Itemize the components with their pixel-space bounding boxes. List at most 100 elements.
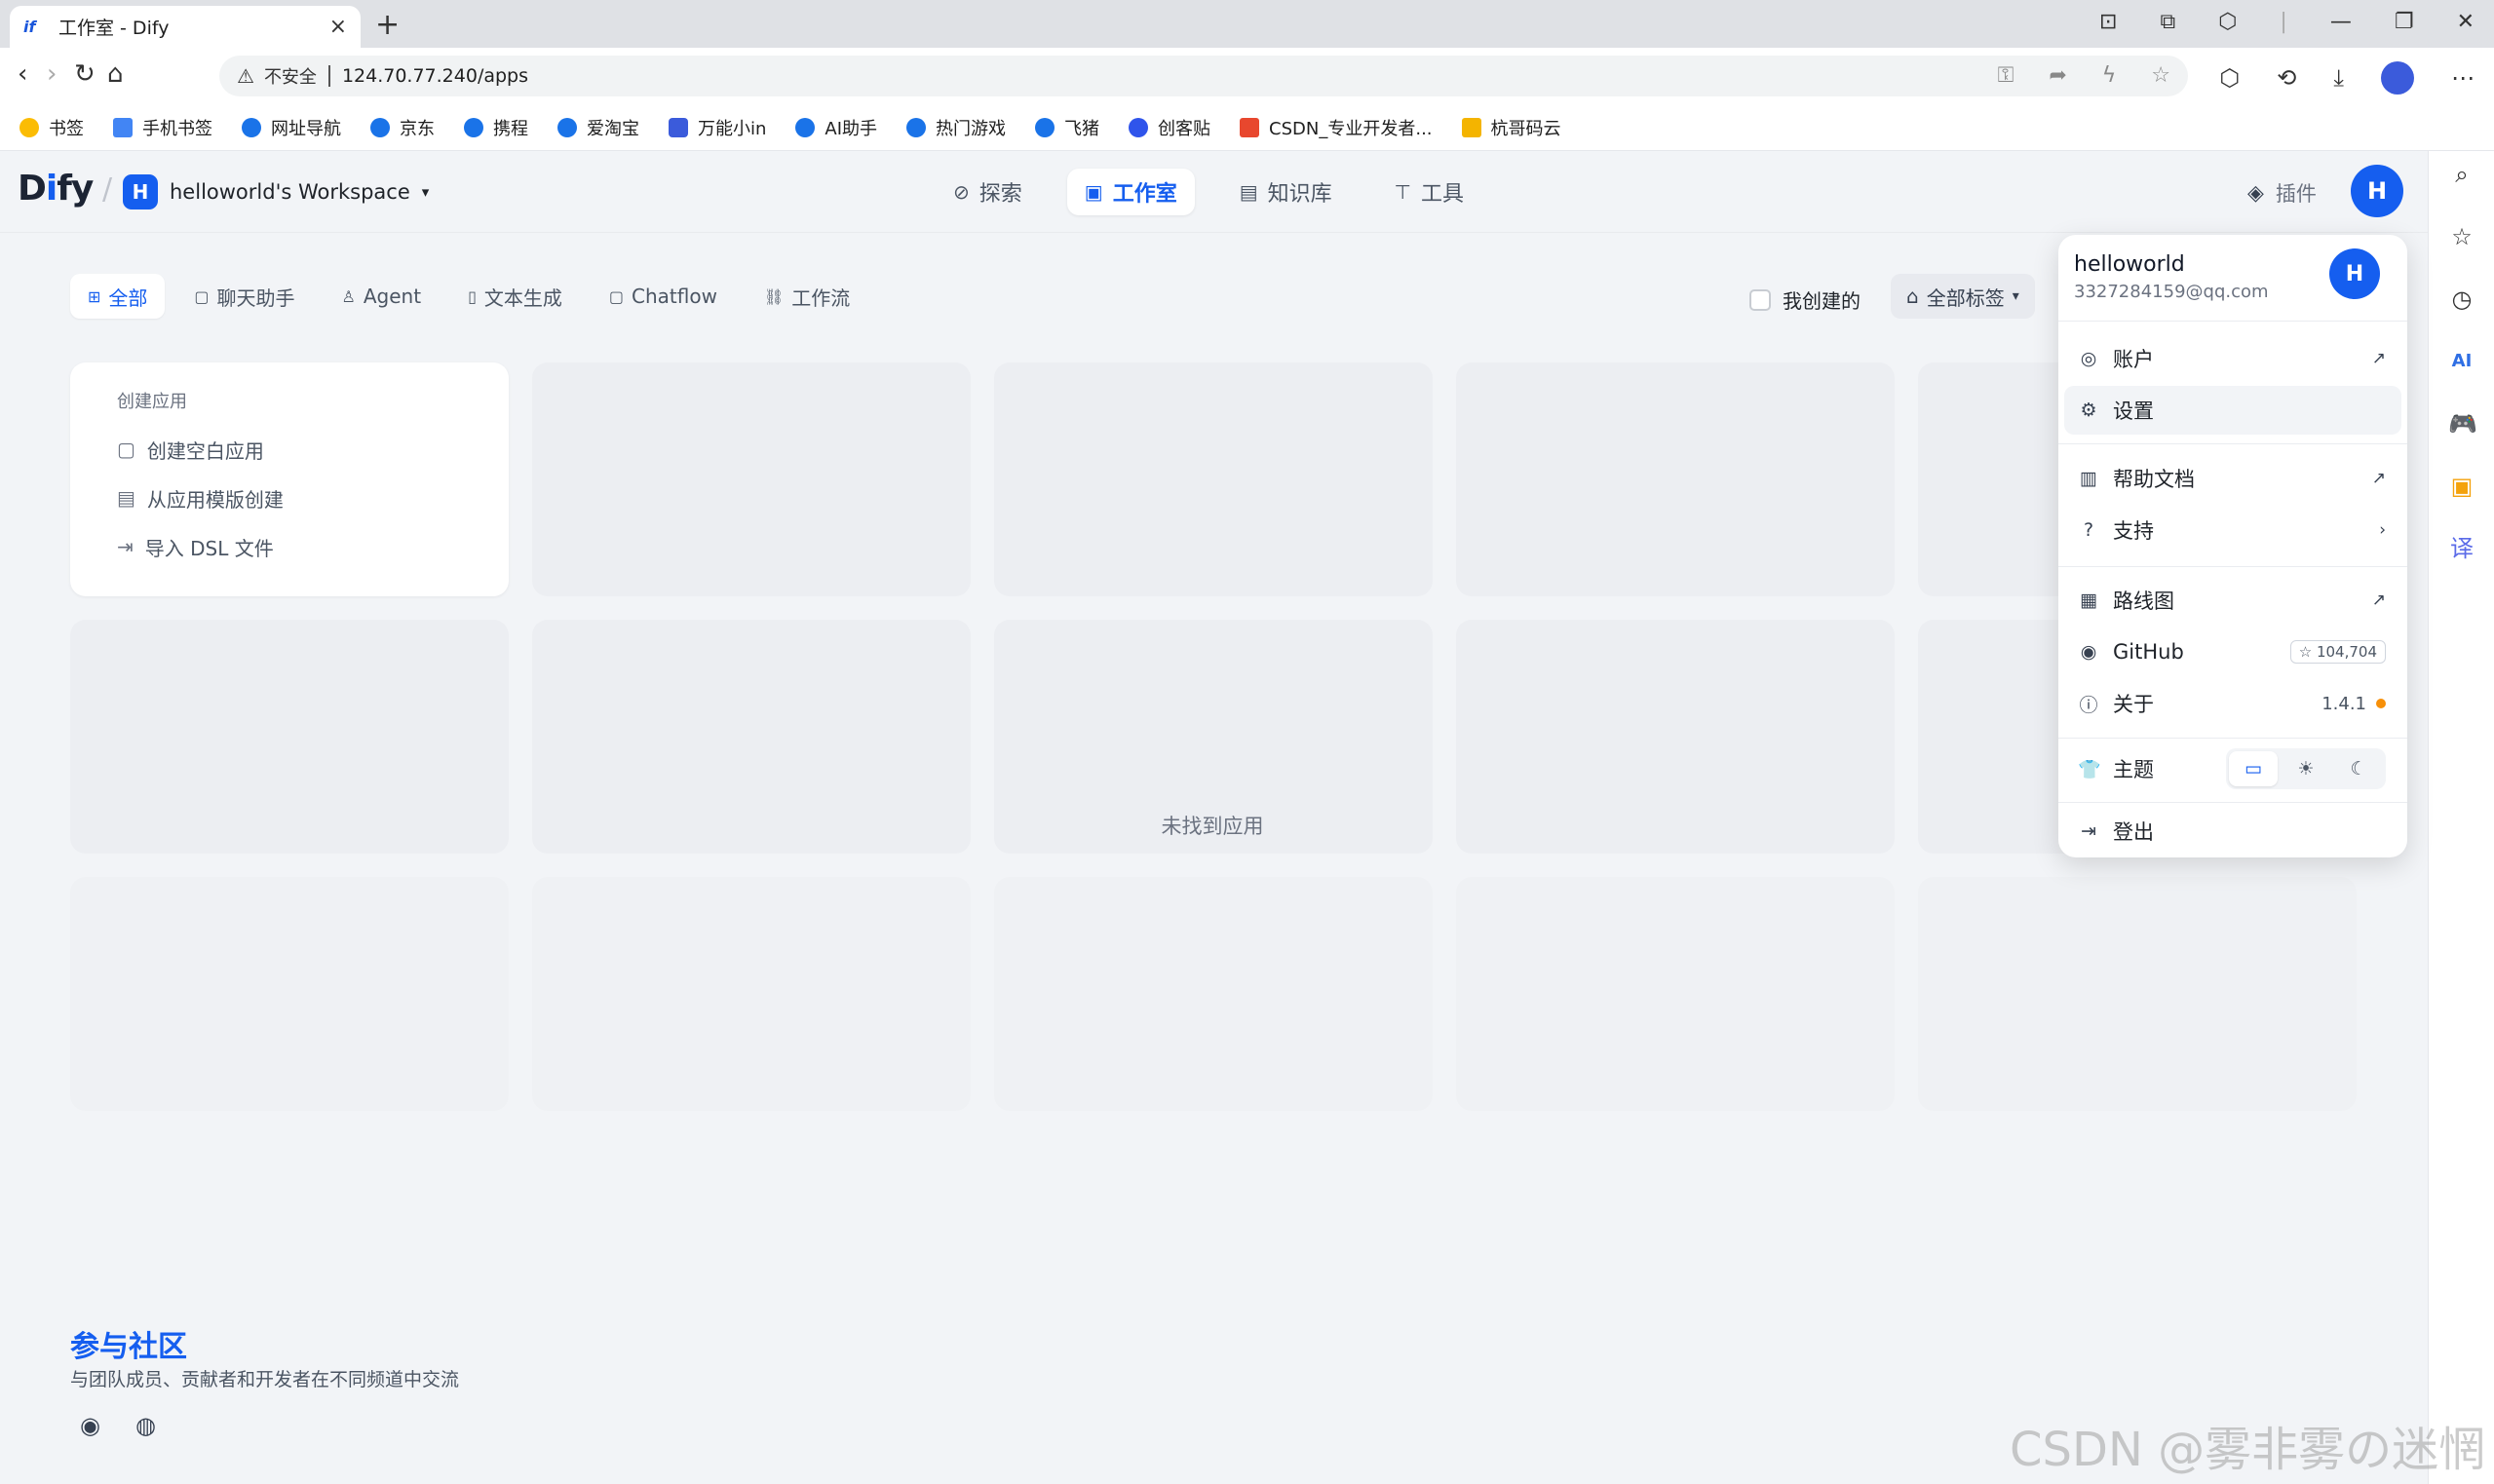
bookmark-item[interactable]: 携程 xyxy=(464,115,528,140)
history-back-icon[interactable]: ⟲ xyxy=(2277,64,2296,92)
forward-icon[interactable]: › xyxy=(47,59,57,89)
bookmark-item[interactable]: AI助手 xyxy=(795,115,877,140)
url-omnibox[interactable]: ⚠ 不安全 124.70.77.240/apps ⚿ ➦ ϟ ☆ xyxy=(219,56,2188,96)
plugins-button[interactable]: ◈ 插件 xyxy=(2247,178,2317,208)
bookmark-item[interactable]: 杭哥码云 xyxy=(1461,115,1561,140)
download-icon[interactable]: ⤓ xyxy=(2333,64,2344,92)
menu-item-theme: 👕 主题 ▭ ☀ ☾ xyxy=(2064,744,2401,793)
filter-chat[interactable]: ▢ 聊天助手 xyxy=(176,274,312,319)
key-icon[interactable]: ⚿ xyxy=(1998,63,2014,88)
warning-icon: ⚠ xyxy=(237,64,254,88)
dify-logo[interactable]: Dify xyxy=(18,169,94,209)
toolbox-icon[interactable]: ▣ xyxy=(2448,473,2475,500)
placeholder-card xyxy=(532,362,971,596)
community-subtitle: 与团队成员、贡献者和开发者在不同频道中交流 xyxy=(70,1369,460,1390)
menu-item-github[interactable]: ◉ GitHub ☆ 104,704 xyxy=(2064,628,2401,676)
minimize-icon[interactable]: — xyxy=(2330,10,2352,34)
restore-icon[interactable]: ❐ xyxy=(2395,10,2414,34)
nav-knowledge[interactable]: ▤ 知识库 xyxy=(1222,169,1350,215)
import-dsl-file[interactable]: ⇥ 导入 DSL 文件 xyxy=(117,522,462,571)
placeholder-card xyxy=(1918,877,2357,1111)
bookmark-item[interactable]: 万能小in xyxy=(669,115,766,140)
chat-icon: ▢ xyxy=(194,286,210,306)
monitor-icon[interactable]: ▭ xyxy=(2229,751,2278,786)
star-icon xyxy=(19,117,39,137)
site-icon xyxy=(795,117,816,137)
github-icon[interactable]: ◉ xyxy=(80,1412,100,1439)
more-menu-icon[interactable]: ⋯ xyxy=(2451,64,2475,92)
filter-all[interactable]: ⊞ 全部 xyxy=(70,274,166,319)
template-icon: ▤ xyxy=(117,486,135,510)
menu-item-about[interactable]: ⓘ 关于 1.4.1 xyxy=(2064,679,2401,728)
menu-item-settings[interactable]: ⚙ 设置 xyxy=(2064,386,2401,435)
bookmark-item[interactable]: 手机书签 xyxy=(113,115,212,140)
extensions-bar-icon[interactable]: ⬡ xyxy=(2218,10,2237,34)
user-avatar-button[interactable]: H xyxy=(2351,165,2403,217)
nav-tools[interactable]: ⊤ 工具 xyxy=(1377,169,1481,215)
tag-filter-dropdown[interactable]: ⌂ 全部标签 ▾ xyxy=(1891,274,2035,319)
game-icon[interactable]: 🎮 xyxy=(2448,410,2477,438)
map-icon: ▦ xyxy=(2080,590,2097,611)
url-text[interactable]: 124.70.77.240/apps xyxy=(342,65,528,87)
create-from-template[interactable]: ▤ 从应用模版创建 xyxy=(117,474,462,522)
filter-agent[interactable]: ♙ Agent xyxy=(325,274,440,319)
app-header: Dify / H helloworld's Workspace ▾ ⊘ 探索 ▣ 工… xyxy=(0,151,2428,233)
menu-item-logout[interactable]: ⇥ 登出 xyxy=(2064,807,2401,856)
user-circle-icon: ◎ xyxy=(2080,348,2097,369)
created-by-me-toggle[interactable]: 我创建的 xyxy=(1749,285,1861,314)
lightning-icon[interactable]: ϟ xyxy=(2102,63,2117,88)
bookmark-item[interactable]: 热门游戏 xyxy=(906,115,1006,140)
translate-icon[interactable]: 译 xyxy=(2448,535,2475,562)
bookmark-item[interactable]: CSDN_专业开发者... xyxy=(1240,115,1433,140)
menu-item-roadmap[interactable]: ▦ 路线图 ↗ xyxy=(2064,576,2401,625)
sun-icon[interactable]: ☀ xyxy=(2282,751,2330,786)
moon-icon[interactable]: ☾ xyxy=(2334,751,2383,786)
star-bookmark-icon[interactable]: ☆ xyxy=(2151,63,2170,88)
site-icon xyxy=(1129,117,1149,137)
file-plus-icon: ▢ xyxy=(117,438,135,461)
bookmark-item[interactable]: 爱淘宝 xyxy=(557,115,639,140)
bookmark-item[interactable]: 书签 xyxy=(19,115,84,140)
favorites-icon[interactable]: ☆ xyxy=(2448,223,2475,250)
menu-divider xyxy=(2058,738,2407,739)
bookmark-item[interactable]: 飞猪 xyxy=(1035,115,1099,140)
extensions-icon[interactable]: ⬡ xyxy=(2219,64,2240,92)
ai-icon[interactable]: AI xyxy=(2448,348,2475,375)
profile-avatar[interactable] xyxy=(2381,61,2414,95)
checkbox[interactable] xyxy=(1749,288,1771,311)
filter-text-generation[interactable]: ▯ 文本生成 xyxy=(450,274,580,319)
filter-chatflow[interactable]: ▢ Chatflow xyxy=(592,274,735,319)
security-status[interactable]: 不安全 xyxy=(264,63,317,89)
back-icon[interactable]: ‹ xyxy=(18,59,27,89)
separator: / xyxy=(102,172,113,207)
search-icon[interactable]: ⌕ xyxy=(2448,161,2475,188)
share-icon[interactable]: ➦ xyxy=(2049,63,2066,88)
create-blank-app[interactable]: ▢ 创建空白应用 xyxy=(117,425,462,474)
bookmark-item[interactable]: 网址导航 xyxy=(242,115,341,140)
menu-item-support[interactable]: ? 支持 › xyxy=(2064,506,2401,554)
menu-divider xyxy=(2058,321,2407,322)
browser-tab[interactable]: if 工作室 - Dify × xyxy=(10,6,361,48)
vertical-tabs-icon[interactable]: ⧉ xyxy=(2160,10,2175,34)
window-close-icon[interactable]: ✕ xyxy=(2457,10,2475,34)
site-icon xyxy=(1035,117,1055,137)
nav-studio[interactable]: ▣ 工作室 xyxy=(1066,169,1195,215)
filter-workflow[interactable]: ⛓ 工作流 xyxy=(747,274,867,319)
question-circle-icon: ? xyxy=(2083,519,2094,541)
home-icon[interactable]: ⌂ xyxy=(107,59,124,89)
discord-icon[interactable]: ◍ xyxy=(135,1412,156,1439)
menu-item-help-docs[interactable]: ▥ 帮助文档 ↗ xyxy=(2064,454,2401,503)
menu-item-account[interactable]: ◎ 账户 ↗ xyxy=(2064,334,2401,383)
workspace-switcher[interactable]: H helloworld's Workspace ▾ xyxy=(123,174,429,209)
bookmark-item[interactable]: 创客贴 xyxy=(1129,115,1210,140)
nav-explore[interactable]: ⊘ 探索 xyxy=(936,169,1040,215)
history-icon[interactable]: ◷ xyxy=(2448,285,2475,313)
close-tab-icon[interactable]: × xyxy=(329,15,347,39)
divider xyxy=(327,65,330,87)
reload-icon[interactable]: ↻ xyxy=(74,59,96,89)
phone-bookmark-icon xyxy=(113,117,133,137)
tab-actions-icon[interactable]: ⊡ xyxy=(2099,10,2117,34)
bookmark-item[interactable]: 京东 xyxy=(370,115,435,140)
new-tab-icon[interactable]: + xyxy=(375,8,400,42)
site-icon xyxy=(370,117,390,137)
